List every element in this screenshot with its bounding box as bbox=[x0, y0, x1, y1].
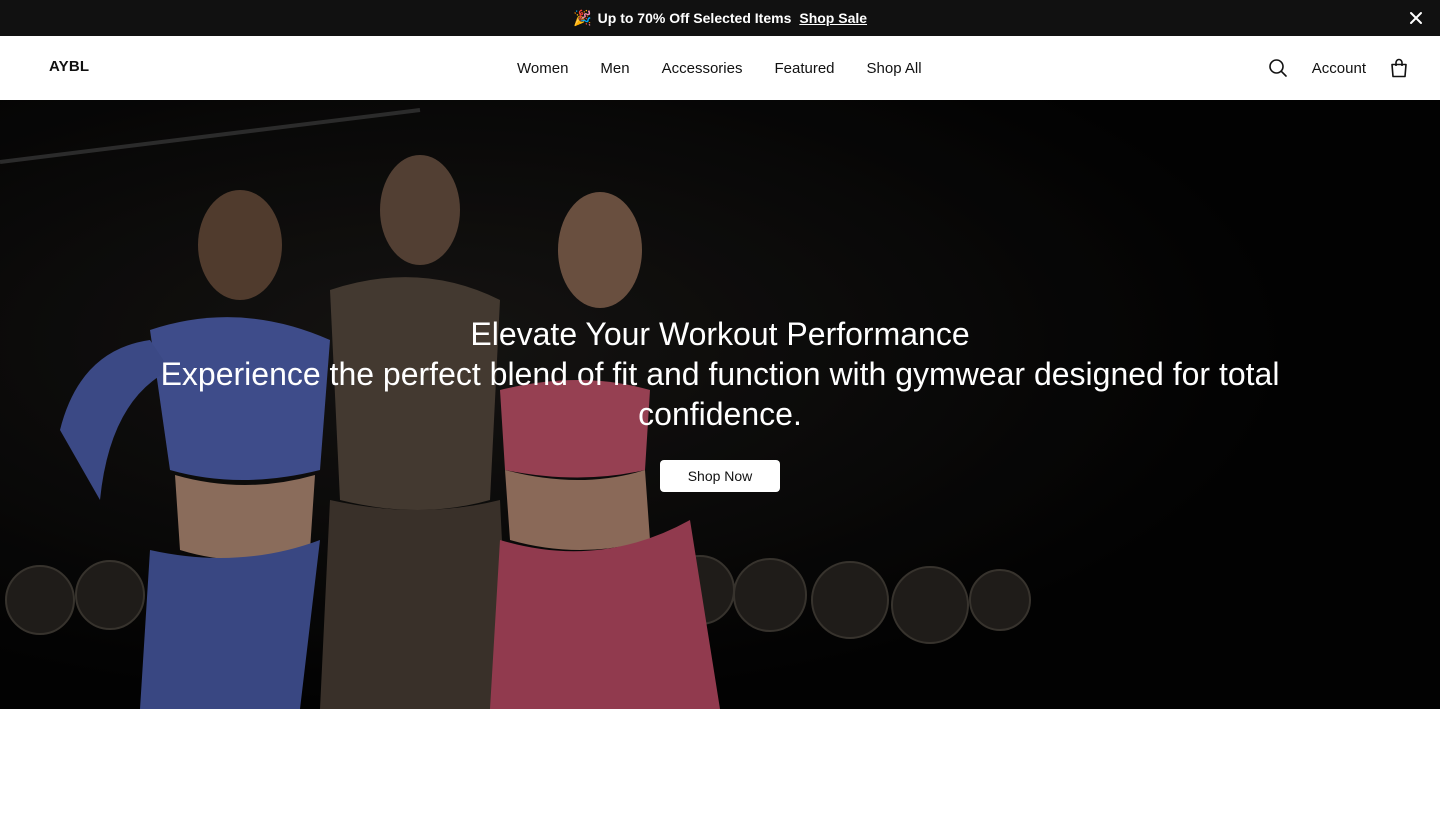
nav-shop-all[interactable]: Shop All bbox=[867, 60, 922, 77]
main-nav: Women Men Accessories Featured Shop All bbox=[517, 36, 922, 100]
shop-now-button[interactable]: Shop Now bbox=[660, 460, 780, 492]
nav-featured[interactable]: Featured bbox=[774, 60, 834, 77]
bag-icon[interactable] bbox=[1390, 58, 1408, 78]
nav-women[interactable]: Women bbox=[517, 60, 568, 77]
below-fold-section bbox=[0, 709, 1440, 813]
hero-title: Elevate Your Workout Performance bbox=[470, 316, 970, 352]
site-logo[interactable]: AYBL bbox=[49, 58, 89, 75]
search-icon[interactable] bbox=[1268, 58, 1288, 78]
hero-subtitle: Experience the perfect blend of fit and … bbox=[160, 356, 1280, 432]
account-link[interactable]: Account bbox=[1312, 60, 1366, 77]
hero-text: Elevate Your Workout Performance Experie… bbox=[0, 314, 1440, 434]
hero-banner: Elevate Your Workout Performance Experie… bbox=[0, 100, 1440, 709]
announcement-text: Up to 70% Off Selected Items bbox=[597, 10, 792, 26]
site-header: AYBL Women Men Accessories Featured Shop… bbox=[0, 36, 1440, 100]
close-icon[interactable] bbox=[1406, 8, 1426, 28]
nav-accessories[interactable]: Accessories bbox=[662, 60, 743, 77]
nav-men[interactable]: Men bbox=[600, 60, 629, 77]
shop-sale-link[interactable]: Shop Sale bbox=[799, 10, 867, 26]
header-actions: Account bbox=[1268, 36, 1408, 100]
announcement-bar: 🎉 Up to 70% Off Selected Items Shop Sale bbox=[0, 0, 1440, 36]
party-popper-icon: 🎉 bbox=[572, 10, 592, 27]
